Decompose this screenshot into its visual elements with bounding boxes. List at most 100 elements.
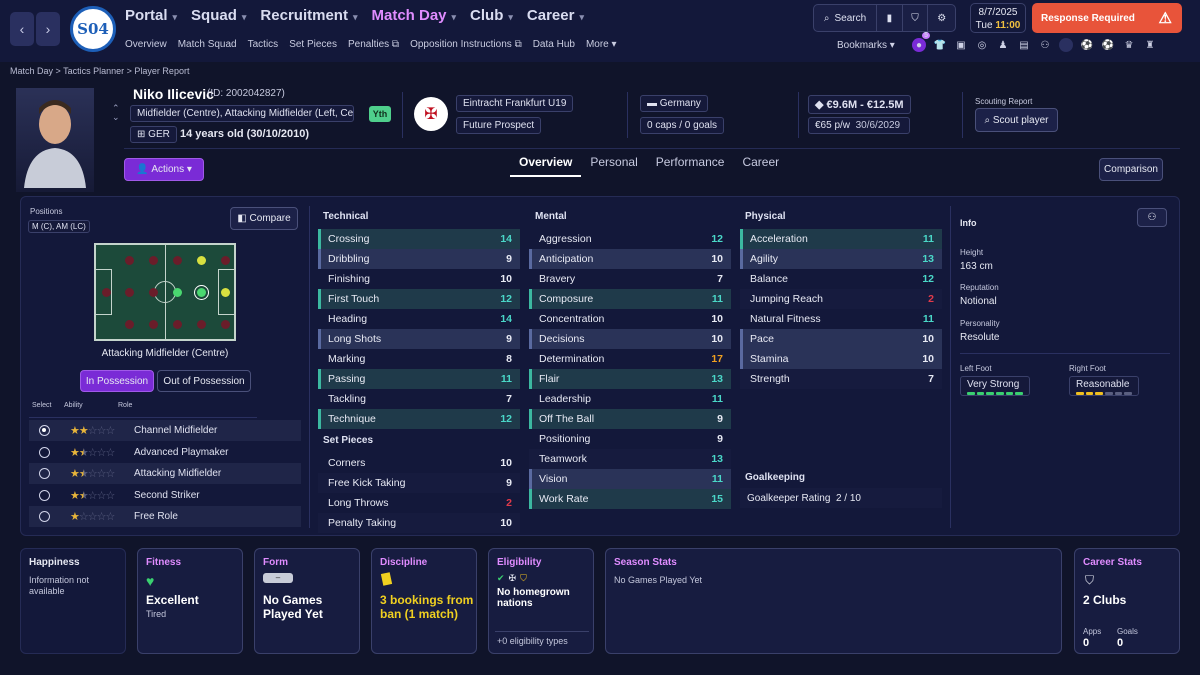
in-possession-tab[interactable]: In Possession — [80, 370, 154, 392]
tab-personal[interactable]: Personal — [581, 155, 646, 177]
form-card[interactable]: Form – No Games Played Yet — [254, 548, 360, 654]
attribute-row[interactable]: First Touch 12 — [318, 289, 520, 309]
attribute-row[interactable]: Dribbling 9 — [318, 249, 520, 269]
attribute-row[interactable]: Leadership 11 — [529, 389, 731, 409]
attribute-row[interactable]: Jumping Reach 2 — [740, 289, 942, 309]
fitness-card[interactable]: Fitness ♥ Excellent Tired — [137, 548, 243, 654]
compare-button[interactable]: ◧ Compare — [230, 207, 298, 230]
role-row[interactable]: ★★☆☆☆ Second Striker — [29, 485, 301, 506]
shield-button[interactable]: ⛉ — [903, 5, 929, 31]
position-dot[interactable] — [220, 319, 230, 329]
role-row[interactable]: ★☆☆☆☆ Free Role — [29, 506, 301, 527]
ball-icon[interactable]: ⚽ — [1101, 38, 1115, 52]
club-logo[interactable]: ✠ — [414, 97, 448, 131]
role-radio[interactable] — [39, 425, 50, 436]
attribute-row[interactable]: Decisions 10 — [529, 329, 731, 349]
position-dot[interactable] — [172, 319, 182, 329]
attribute-row[interactable]: Long Throws 2 — [318, 493, 520, 513]
role-row[interactable]: ★★☆☆☆ Advanced Playmaker — [29, 442, 301, 463]
cup-icon[interactable]: ♜ — [1143, 38, 1157, 52]
shirt-icon[interactable]: 👕 — [933, 38, 947, 52]
ball-icon[interactable]: ⚽ — [1080, 38, 1094, 52]
position-dot[interactable] — [220, 255, 230, 265]
subnav-tactics[interactable]: Tactics — [248, 39, 279, 50]
bookmark-button[interactable]: ▮ — [877, 5, 903, 31]
attribute-row[interactable]: Stamina 10 — [740, 349, 942, 369]
attribute-row[interactable]: Strength 7 — [740, 369, 942, 389]
comparison-button[interactable]: Comparison — [1099, 158, 1163, 181]
club-crest[interactable]: S04 — [70, 6, 116, 52]
attribute-row[interactable]: Corners 10 — [318, 453, 520, 473]
expand-icon[interactable]: ⌃ ⌄ — [112, 104, 120, 122]
subnav-set-pieces[interactable]: Set Pieces — [289, 39, 337, 50]
crumb-tactics-planner[interactable]: Tactics Planner — [63, 66, 124, 76]
position-dot[interactable] — [196, 319, 206, 329]
position-dot[interactable] — [124, 255, 134, 265]
attribute-row[interactable]: Concentration 10 — [529, 309, 731, 329]
back-button[interactable]: ‹ — [10, 12, 34, 46]
position-dot[interactable] — [148, 287, 158, 297]
attribute-row[interactable]: Passing 11 — [318, 369, 520, 389]
tab-career[interactable]: Career — [733, 155, 788, 177]
position-dot[interactable] — [172, 287, 182, 297]
scout-player-button[interactable]: ⌕ Scout player — [975, 108, 1058, 132]
attribute-row[interactable]: Penalty Taking 10 — [318, 513, 520, 533]
attribute-row[interactable]: Teamwork 13 — [529, 449, 731, 469]
nav-match-day[interactable]: Match Day ▾ — [371, 7, 456, 24]
position-dot[interactable] — [196, 287, 206, 297]
season-stats-card[interactable]: Season Stats No Games Played Yet — [605, 548, 1062, 654]
club-name[interactable]: Eintracht Frankfurt U19 — [456, 95, 574, 112]
person-icon[interactable]: ♟ — [996, 38, 1010, 52]
info-toggle-button[interactable]: ⚇ — [1137, 208, 1167, 227]
team-icon[interactable]: ⚇ — [1038, 38, 1052, 52]
nav-recruitment[interactable]: Recruitment ▾ — [260, 7, 357, 24]
role-radio[interactable] — [39, 489, 50, 501]
nav-portal[interactable]: Portal ▾ — [125, 7, 177, 24]
kit-icon[interactable]: ▣ — [954, 38, 968, 52]
nav-career[interactable]: Career ▾ — [527, 7, 584, 24]
attribute-row[interactable]: Natural Fitness 11 — [740, 309, 942, 329]
subnav-penalties[interactable]: Penalties ⧉ — [348, 39, 399, 50]
subnav-more[interactable]: More ▾ — [586, 39, 617, 50]
subnav-data-hub[interactable]: Data Hub — [533, 39, 575, 50]
attribute-row[interactable]: Balance 12 — [740, 269, 942, 289]
attribute-row[interactable]: Anticipation 10 — [529, 249, 731, 269]
subnav-match-squad[interactable]: Match Squad — [178, 39, 237, 50]
attribute-row[interactable]: Acceleration 11 — [740, 229, 942, 249]
date-box[interactable]: 8/7/2025 Tue 11:00 — [970, 3, 1026, 33]
attribute-row[interactable]: Free Kick Taking 9 — [318, 473, 520, 493]
position-dot[interactable] — [101, 287, 111, 297]
eligibility-card[interactable]: Eligibility ✔ ✠ ⛉ No homegrown nations +0 … — [488, 548, 594, 654]
attribute-row[interactable]: Flair 13 — [529, 369, 731, 389]
career-stats-card[interactable]: Career Stats ⛉ 2 Clubs Apps 0 Goals 0 — [1074, 548, 1180, 654]
document-icon[interactable]: ▤ — [1017, 38, 1031, 52]
subnav-opposition[interactable]: Opposition Instructions ⧉ — [410, 39, 522, 50]
attribute-row[interactable]: Long Shots 9 — [318, 329, 520, 349]
chat-icon[interactable]: ● 5 — [912, 32, 930, 52]
role-radio[interactable] — [39, 511, 50, 522]
attribute-row[interactable]: Determination 17 — [529, 349, 731, 369]
search-button[interactable]: ⌕ Search — [814, 5, 878, 31]
position-dot[interactable] — [124, 287, 134, 297]
attribute-row[interactable]: Vision 11 — [529, 469, 731, 489]
attribute-row[interactable]: Agility 13 — [740, 249, 942, 269]
position-dot[interactable] — [196, 255, 206, 265]
attribute-row[interactable]: Composure 11 — [529, 289, 731, 309]
attribute-row[interactable]: Positioning 9 — [529, 429, 731, 449]
settings-button[interactable]: ⚙ — [928, 5, 955, 31]
tab-performance[interactable]: Performance — [647, 155, 734, 177]
crumb-match-day[interactable]: Match Day — [10, 66, 53, 76]
out-of-possession-tab[interactable]: Out of Possession — [157, 370, 251, 392]
attribute-row[interactable]: Bravery 7 — [529, 269, 731, 289]
forward-button[interactable]: › — [36, 12, 60, 46]
attribute-row[interactable]: Crossing 14 — [318, 229, 520, 249]
position-dot[interactable] — [148, 319, 158, 329]
discipline-card[interactable]: Discipline 3 bookings from ban (1 match) — [371, 548, 477, 654]
position-dot[interactable] — [148, 255, 158, 265]
attribute-row[interactable]: Marking 8 — [318, 349, 520, 369]
attribute-row[interactable]: Work Rate 15 — [529, 489, 731, 509]
role-row[interactable]: ★★☆☆☆ Channel Midfielder — [29, 420, 301, 441]
target-icon[interactable]: ◎ — [975, 38, 989, 52]
role-row[interactable]: ★★☆☆☆ Attacking Midfielder — [29, 463, 301, 484]
blank-circle-icon[interactable] — [1059, 38, 1073, 52]
